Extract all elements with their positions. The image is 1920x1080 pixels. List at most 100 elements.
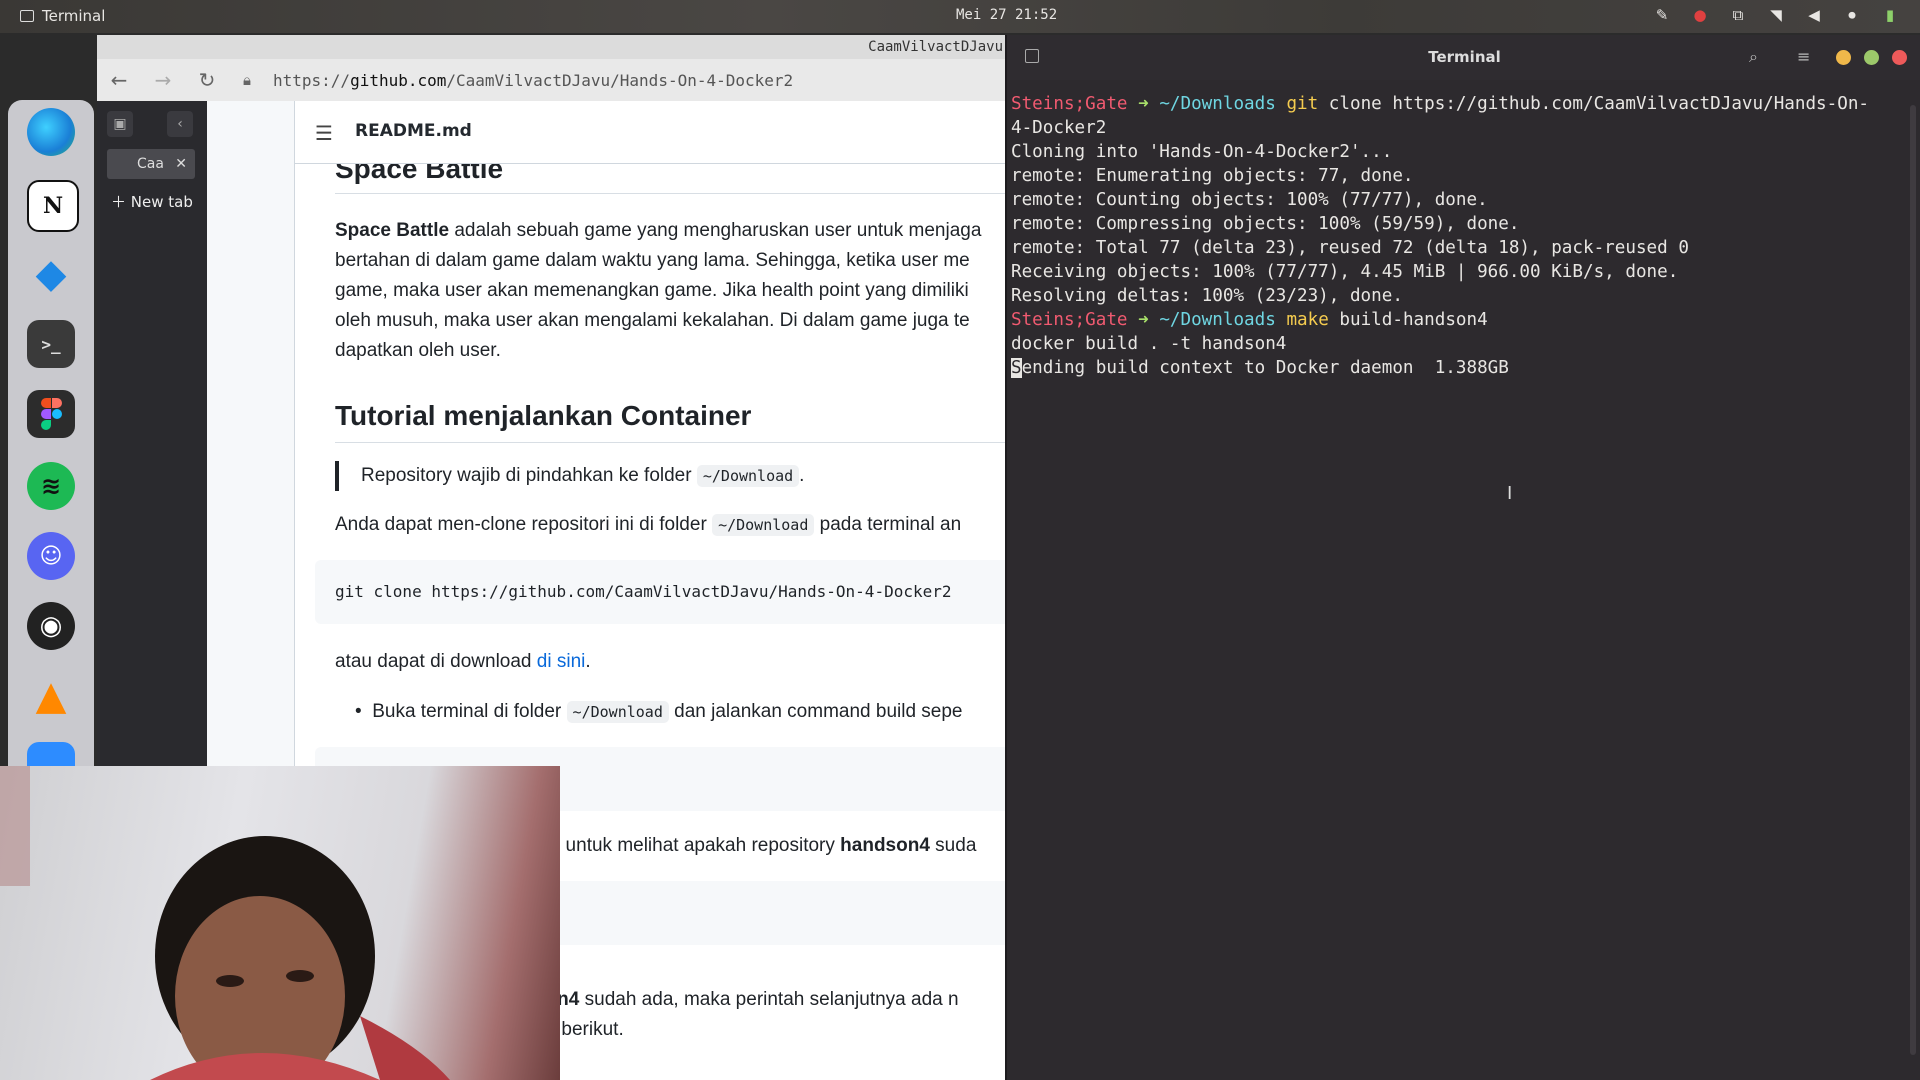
notion-icon[interactable]: N <box>27 180 79 232</box>
quote-text: Repository wajib di pindahkan ke folder <box>361 465 697 486</box>
command-args: clone https://github.com/CaamVilvactDJav… <box>1318 94 1870 114</box>
reload-icon[interactable]: ↻ <box>185 68 229 92</box>
readme-header: ☰ README.md <box>295 101 1005 164</box>
command-name: git <box>1286 94 1319 114</box>
terminal-line: 4-Docker2 <box>1011 118 1107 138</box>
command-name: make <box>1286 310 1329 330</box>
terminal-title: Terminal <box>1428 48 1501 66</box>
vscode-icon[interactable]: ◆ <box>27 250 75 298</box>
terminal-line: remote: Counting objects: 100% (77/77), … <box>1011 190 1488 210</box>
check-text: , untuk melihat apakah repository <box>555 835 841 856</box>
new-tab-button[interactable]: ＋ New tab <box>111 191 193 212</box>
spotify-icon[interactable]: ≋ <box>27 462 75 510</box>
inline-code: ~/Download <box>696 465 800 487</box>
close-button[interactable] <box>1892 50 1907 65</box>
terminal-line: Steins;Gate ➜ ~/Downloads make build-han… <box>1011 308 1920 332</box>
bullet-item: • Buka terminal di folder ~/Download dan… <box>335 697 1005 727</box>
browser-toolbar: ← → ↻ 🔒︎ https://github.com/CaamVilvactD… <box>97 59 1005 101</box>
close-tab-icon[interactable]: ✕ <box>175 149 187 179</box>
prompt-user: Steins;Gate <box>1011 94 1128 114</box>
clock[interactable]: Mei 27 21:52 <box>956 7 1057 23</box>
maximize-button[interactable] <box>1864 50 1879 65</box>
blockquote: Repository wajib di pindahkan ke folder … <box>335 461 1005 491</box>
divider <box>335 442 1005 443</box>
prompt-directory: ~/Downloads <box>1159 310 1276 330</box>
discord-icon[interactable]: ☺ <box>27 532 75 580</box>
clone-rest: pada terminal an <box>814 514 962 535</box>
url-domain: github.com <box>350 70 447 90</box>
intro-line-4: oleh musuh, maka user akan mengalami kek… <box>335 310 970 331</box>
divider <box>335 193 1005 194</box>
readme-filename: README.md <box>355 121 472 141</box>
top-panel: Terminal Mei 27 21:52 ✎ ● ⧉ ◥ ◀ ⏺ ▮ <box>0 0 1920 33</box>
wifi-icon[interactable]: ◥ <box>1766 6 1786 24</box>
terminal-line: Cloning into 'Hands-On-4-Docker2'... <box>1011 142 1393 162</box>
intro-bold: Space Battle <box>335 220 450 241</box>
inline-code: ~/Download <box>712 514 815 536</box>
terminal-line: Resolving deltas: 100% (23/23), done. <box>1011 286 1403 306</box>
collapse-icon[interactable]: ‹ <box>167 111 193 137</box>
prompt-arrow: ➜ <box>1138 310 1149 330</box>
exists-rest: sudah ada, maka perintah selanjutnya ada… <box>579 989 959 1010</box>
download-end: . <box>585 651 591 672</box>
prompt-directory: ~/Downloads <box>1159 94 1276 114</box>
back-arrow-icon[interactable]: ← <box>97 68 141 92</box>
bullet-dot: • <box>355 701 373 722</box>
intro-line-2: bertahan di dalam game dalam waktu yang … <box>335 250 970 271</box>
terminal-line: remote: Compressing objects: 100% (59/59… <box>1011 214 1520 234</box>
intro-line-3: game, maka user akan memenangkan game. J… <box>335 280 969 301</box>
microphone-icon[interactable]: ⏺ <box>1842 6 1862 24</box>
hamburger-menu-icon[interactable]: ≡ <box>1797 47 1810 66</box>
tab-label: Caa <box>137 156 164 172</box>
browser-title-bar: CaamVilvactDJavu <box>97 35 1005 59</box>
forward-arrow-icon[interactable]: → <box>141 68 185 92</box>
address-bar[interactable]: https://github.com/CaamVilvactDJavu/Hand… <box>273 71 793 90</box>
code-block-clone[interactable]: git clone https://github.com/CaamVilvact… <box>315 560 1005 624</box>
plus-icon: ＋ <box>111 193 127 211</box>
terminal-line-text: ending build context to Docker daemon 1.… <box>1021 358 1509 378</box>
battery-icon[interactable]: ▮ <box>1880 6 1900 24</box>
mouse-ibeam-cursor: I <box>1507 483 1513 504</box>
bullet-text: Buka terminal di folder <box>372 701 567 722</box>
figma-icon[interactable] <box>27 390 75 438</box>
extension-icon[interactable]: ⧉ <box>1728 6 1748 24</box>
sidebar-toggle-icon[interactable]: ▣ <box>107 111 133 137</box>
terminal-line: remote: Total 77 (delta 23), reused 72 (… <box>1011 238 1689 258</box>
clone-paragraph: Anda dapat men-clone repositori ini di f… <box>335 510 1005 540</box>
outline-icon[interactable]: ☰ <box>315 121 333 145</box>
terminal-window: Terminal ⌕ ≡ Steins;Gate ➜ ~/Downloads g… <box>1005 35 1920 1080</box>
download-paragraph: atau dapat di download di sini. <box>335 647 1005 677</box>
terminal-line: remote: Enumerating objects: 77, done. <box>1011 166 1414 186</box>
system-tray: ✎ ● ⧉ ◥ ◀ ⏺ ▮ <box>1652 6 1900 24</box>
pen-icon[interactable]: ✎ <box>1652 6 1672 24</box>
webcam-overlay <box>0 766 560 1080</box>
dock: N ◆ >_ ≋ ☺ ◉ ▲ <box>8 100 94 800</box>
new-tab-label: New tab <box>130 193 193 211</box>
prompt-arrow: ➜ <box>1138 94 1149 114</box>
terminal-line: Sending build context to Docker daemon 1… <box>1011 356 1920 380</box>
url-path: /CaamVilvactDJavu/Hands-On-4-Docker2 <box>446 70 794 90</box>
terminal-scrollbar[interactable] <box>1910 105 1916 1055</box>
check-rest: suda <box>929 835 977 856</box>
active-app-name: Terminal <box>42 7 106 25</box>
terminal-app-icon <box>20 10 34 22</box>
command-args: build-handson4 <box>1328 310 1488 330</box>
minimize-button[interactable] <box>1836 50 1851 65</box>
record-icon[interactable]: ● <box>1690 6 1710 24</box>
edge-browser-icon[interactable] <box>27 108 75 156</box>
clone-text: Anda dapat men-clone repositori ini di f… <box>335 514 713 535</box>
inline-code: ~/Download <box>566 701 669 723</box>
terminal-line: Receiving objects: 100% (77/77), 4.45 Mi… <box>1011 262 1679 282</box>
lock-icon: 🔒︎ <box>243 71 251 89</box>
obs-icon[interactable]: ◉ <box>27 602 75 650</box>
download-link[interactable]: di sini <box>537 651 586 672</box>
terminal-output[interactable]: Steins;Gate ➜ ~/Downloads git clone http… <box>1007 80 1920 380</box>
text-cursor: S <box>1011 358 1022 378</box>
volume-icon[interactable]: ◀ <box>1804 6 1824 24</box>
vlc-icon[interactable]: ▲ <box>27 672 75 720</box>
terminal-icon[interactable]: >_ <box>27 320 75 368</box>
check-bold: handson4 <box>840 835 930 856</box>
search-icon[interactable]: ⌕ <box>1749 47 1758 67</box>
active-app-indicator[interactable]: Terminal <box>20 7 105 25</box>
tab-github[interactable]: Caa ✕ <box>107 149 195 179</box>
